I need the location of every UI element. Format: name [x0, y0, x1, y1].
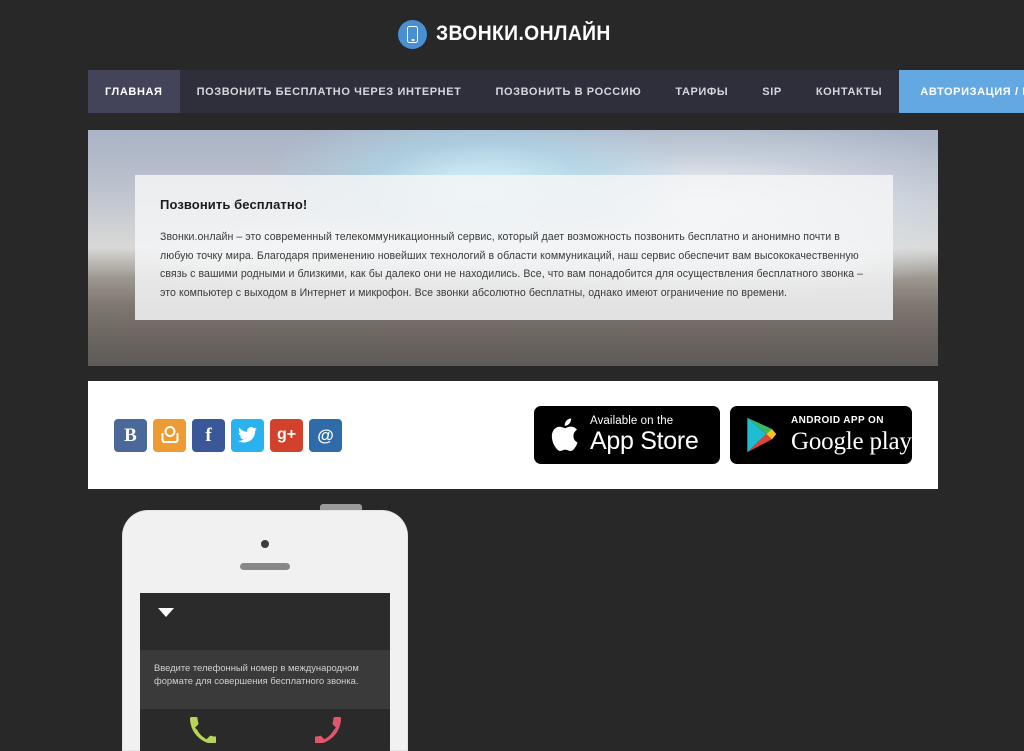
- odnoklassniki-icon[interactable]: [153, 418, 186, 452]
- hero-banner: Позвонить бесплатно! Звонки.онлайн – это…: [88, 130, 938, 366]
- hero-title: Позвонить бесплатно!: [160, 197, 308, 212]
- site-header: ЗВОНКИ.ОНЛАЙН: [0, 0, 1024, 68]
- screen-dropdown-area: [140, 593, 390, 650]
- google-play-big-label: Google play: [791, 428, 912, 455]
- call-button[interactable]: [140, 709, 265, 751]
- phone-screen: Введите телефонный номер в международном…: [140, 593, 390, 751]
- google-plus-icon[interactable]: g+: [270, 418, 303, 452]
- nav-item-tariffs[interactable]: ТАРИФЫ: [658, 70, 745, 113]
- hangup-button[interactable]: [265, 709, 390, 751]
- social-and-stores-panel: В f g+ @ Available on the App Store ANDR…: [88, 381, 938, 489]
- mobile-phone-icon: [398, 19, 428, 49]
- facebook-icon[interactable]: f: [192, 418, 225, 452]
- nav-item-contacts[interactable]: КОНТАКТЫ: [799, 70, 899, 113]
- main-navigation: ГЛАВНАЯ ПОЗВОНИТЬ БЕСПЛАТНО ЧЕРЕЗ ИНТЕРН…: [88, 70, 1024, 113]
- hero-description: Звонки.онлайн – это современный телекомм…: [160, 231, 864, 299]
- vk-icon[interactable]: В: [114, 418, 147, 452]
- nav-item-free-internet-call[interactable]: ПОЗВОНИТЬ БЕСПЛАТНО ЧЕРЕЗ ИНТЕРНЕТ: [180, 70, 479, 113]
- app-store-badges: Available on the App Store ANDROID APP O…: [534, 406, 912, 464]
- phone-handset-red-icon: [314, 717, 341, 743]
- twitter-icon[interactable]: [231, 418, 264, 452]
- google-play-triangle-icon: [747, 417, 777, 453]
- phone-hint-text: Введите телефонный номер в международном…: [140, 650, 390, 708]
- app-store-button[interactable]: Available on the App Store: [534, 406, 720, 464]
- nav-item-home[interactable]: ГЛАВНАЯ: [88, 70, 180, 113]
- google-play-button[interactable]: ANDROID APP ON Google play: [730, 406, 912, 464]
- google-play-small-label: ANDROID APP ON: [791, 415, 884, 426]
- nav-item-call-russia[interactable]: ПОЗВОНИТЬ В РОССИЮ: [479, 70, 659, 113]
- phone-body: Введите телефонный номер в международном…: [122, 510, 408, 751]
- social-links: В f g+ @: [114, 418, 342, 452]
- mail-at-icon[interactable]: @: [309, 418, 342, 452]
- hero-content-card: Позвонить бесплатно! Звонки.онлайн – это…: [135, 175, 893, 320]
- auth-register-button[interactable]: АВТОРИЗАЦИЯ / РЕГИСТРАЦИЯ: [899, 70, 1024, 113]
- caret-down-icon[interactable]: [158, 608, 174, 617]
- phone-action-bar: [140, 708, 390, 751]
- phone-speaker-icon: [240, 563, 290, 570]
- site-logo[interactable]: ЗВОНКИ.ОНЛАЙН: [398, 19, 626, 49]
- apple-logo-icon: [551, 418, 578, 452]
- logo-text: ЗВОНКИ.ОНЛАЙН: [436, 22, 611, 45]
- app-store-big-label: App Store: [590, 427, 699, 456]
- page-root: ЗВОНКИ.ОНЛАЙН ГЛАВНАЯ ПОЗВОНИТЬ БЕСПЛАТН…: [0, 0, 1024, 751]
- phone-camera-icon: [261, 540, 269, 548]
- app-store-small-label: Available on the: [590, 414, 674, 427]
- phone-handset-green-icon: [189, 717, 216, 743]
- phone-mockup: Введите телефонный номер в международном…: [122, 504, 408, 751]
- nav-item-sip[interactable]: SIP: [745, 70, 799, 113]
